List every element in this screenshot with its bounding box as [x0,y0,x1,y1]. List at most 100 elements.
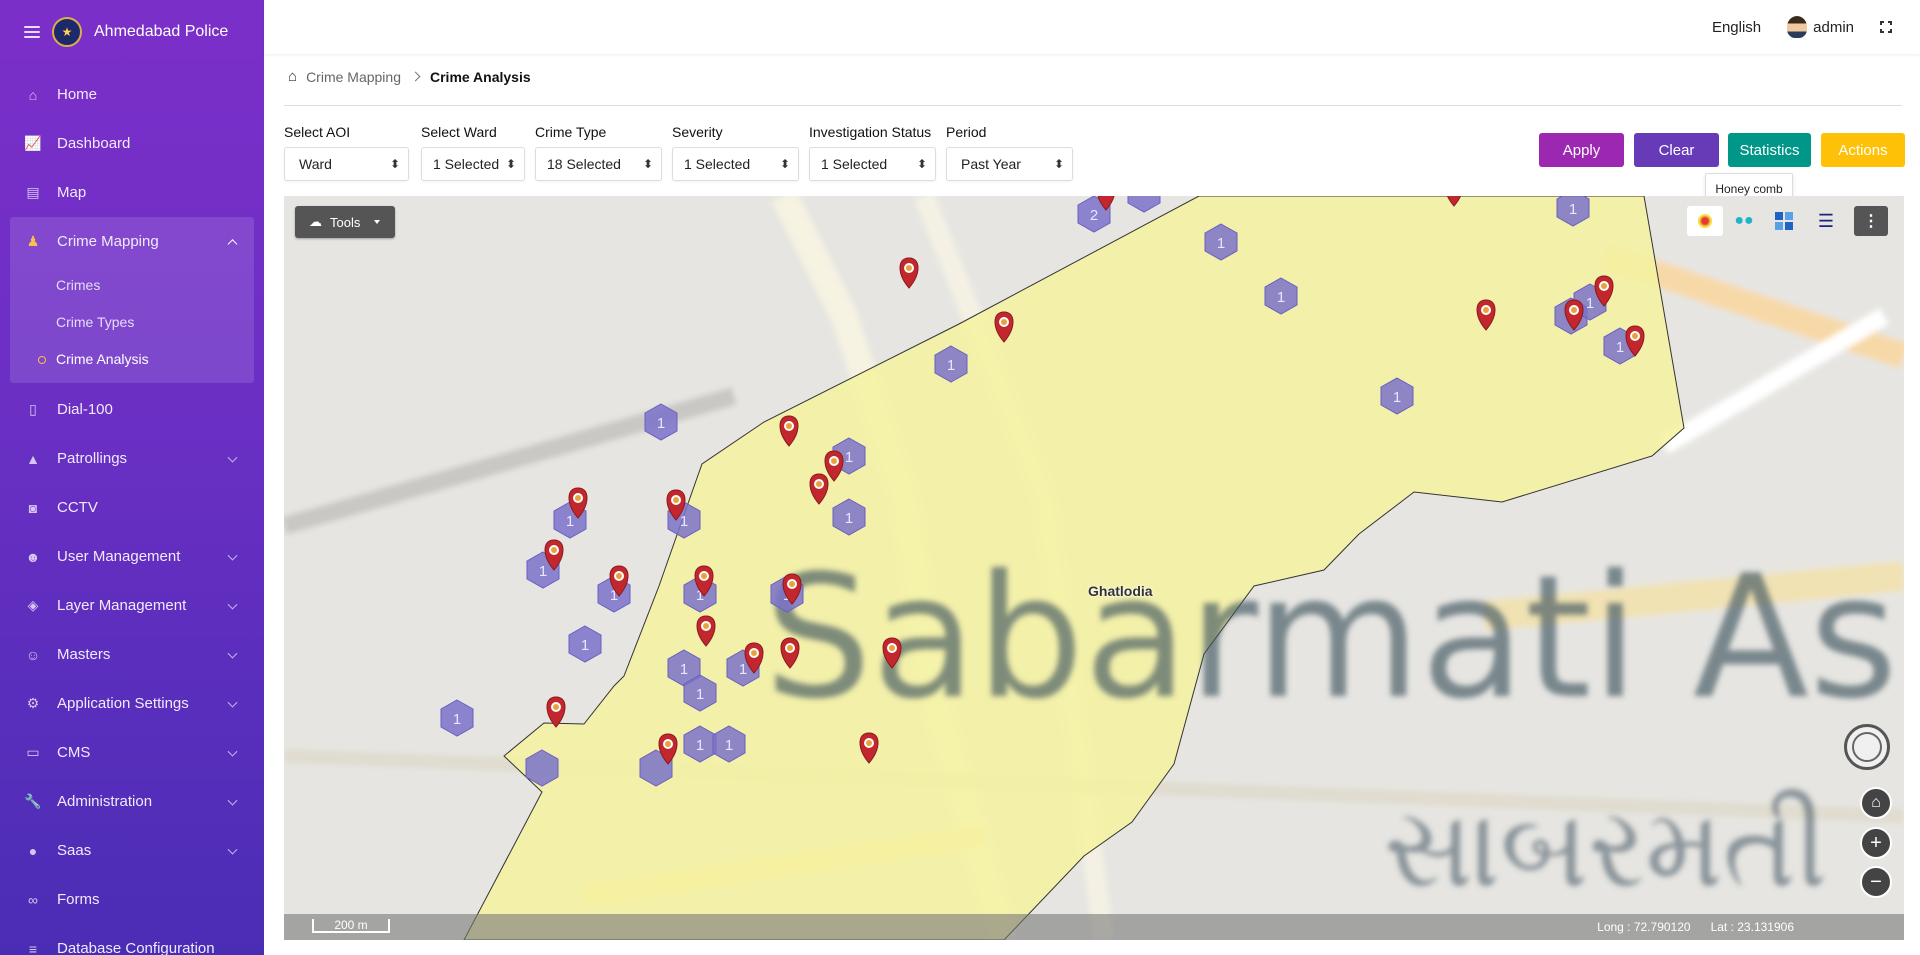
zoom-out-button[interactable]: − [1860,866,1892,898]
link-icon: ∞ [28,891,38,908]
sidebar-item-dashboard[interactable]: 📈 Dashboard [10,119,254,168]
aoi-select[interactable]: Ward [284,147,409,181]
minus-icon: − [1870,870,1882,893]
crime-type-select[interactable]: 18 Selected [535,147,662,181]
sidebar-item-cms[interactable]: ▭ CMS [10,728,254,777]
language-selector[interactable]: English [1712,19,1761,36]
sidebar-item-crime-mapping[interactable]: ♟ Crime Mapping [10,217,254,266]
filter-label: Severity [672,124,723,140]
sidebar-item-label: Layer Management [57,597,187,614]
zoom-in-button[interactable]: + [1860,827,1892,859]
hex-count-label: 1 [1586,295,1594,312]
hex-count-label: 1 [539,563,547,580]
filter-label: Select AOI [284,124,351,140]
clear-button[interactable]: Clear [1634,133,1719,167]
hex-count-label: 1 [696,686,704,703]
severity-select[interactable]: 1 Selected [672,147,799,181]
sidebar-group-crime-mapping: ♟ Crime Mapping Crimes Crime Types Crime… [10,217,254,383]
chevron-up-icon [227,238,238,249]
sidebar-item-label: CMS [57,744,91,761]
user-menu[interactable]: admin [1787,16,1854,38]
sidebar-item-layer-management[interactable]: ◈ Layer Management [10,581,254,630]
home-extent-button[interactable]: ⌂ [1860,787,1892,819]
sidebar-item-application-settings[interactable]: ⚙ Application Settings [10,679,254,728]
sidebar-item-saas[interactable]: ● Saas [10,826,254,875]
sidebar-item-patrollings[interactable]: ▲ Patrollings [10,434,254,483]
sidebar-brand: ★ Ahmedabad Police [0,0,264,64]
hex-count-label: 1 [581,637,589,654]
breadcrumb-parent[interactable]: Crime Mapping [306,69,401,85]
map-canvas[interactable]: Sabarmati As સાબરમતી 2 1 1 1 1 1 1 1 1 1… [284,196,1904,940]
chevron-down-icon [227,844,238,855]
hex-count-label: 2 [1090,207,1098,224]
investigation-status-select[interactable]: 1 Selected [809,147,936,181]
police-logo: ★ [52,17,82,47]
scale-bar: 200 m [312,918,390,933]
actions-button[interactable]: Actions [1821,133,1905,167]
hex-count-label: 1 [725,737,733,754]
sidebar-item-dial-100[interactable]: ▯ Dial-100 [10,385,254,434]
menu-toggle-icon[interactable] [24,26,40,38]
ward-select[interactable]: 1 Selected [421,147,525,181]
sidebar-item-label: Home [57,86,98,103]
filter-investigation-status: Investigation Status 1 Selected [809,124,936,181]
hex-count-label: 1 [1277,289,1285,306]
fullscreen-icon[interactable] [1880,21,1892,33]
sidebar-item-forms[interactable]: ∞ Forms [10,875,254,924]
map-icon: ▤ [26,184,40,200]
road-icon: ▲ [26,450,40,467]
scale-label: 200 m [334,918,368,932]
statistics-button[interactable]: Statistics [1728,133,1811,167]
map-watermark-text: Sabarmati As [764,539,1898,737]
sidebar-item-label: Patrollings [57,450,128,467]
sidebar-item-label: Saas [57,842,92,859]
period-select[interactable]: Past Year [946,147,1073,181]
sidebar-subitem-crimes[interactable]: Crimes [10,266,254,303]
sidebar-item-administration[interactable]: 🔧 Administration [10,777,254,826]
sidebar-item-label: Administration [57,793,153,810]
database-icon: ≡ [28,940,38,955]
tools-label: Tools [330,214,361,230]
filter-aoi: Select AOI Ward [284,124,409,181]
sidebar-item-label: Application Settings [57,695,189,712]
cluster-tool-button[interactable]: ●● [1726,206,1762,236]
filter-label: Select Ward [421,124,497,140]
globe-icon: ● [28,842,38,859]
sidebar-item-label: Dial-100 [57,401,113,418]
honeycomb-tool-button[interactable] [1766,206,1802,236]
map-view[interactable]: Sabarmati As સાબરમતી 2 1 1 1 1 1 1 1 1 1… [284,196,1904,940]
filter-label: Investigation Status [809,124,932,140]
chevron-down-icon [227,550,238,561]
longitude-readout: Long : 72.790120 [1597,920,1691,934]
sidebar-item-user-management[interactable]: ☻ User Management [10,532,254,581]
sidebar-item-label: CCTV [57,499,98,516]
username: admin [1813,18,1854,36]
tools-icon: ☁ [309,214,322,229]
coordinate-readout: Long : 72.790120 Lat : 23.131906 [1597,920,1794,934]
wrench-icon: 🔧 [24,793,42,809]
crime-icon: ♟ [26,233,40,249]
hex-count-label: 1 [845,510,853,527]
filter-label: Period [946,124,987,140]
sidebar-nav: ⌂ Home 📈 Dashboard ▤ Map ♟ Crime Mapping… [0,64,264,955]
sidebar-item-map[interactable]: ▤ Map [10,168,254,217]
home-icon[interactable]: ⌂ [288,68,297,85]
legend-list-button[interactable]: ☰ [1808,206,1844,236]
chevron-right-icon [410,71,421,82]
sidebar-item-home[interactable]: ⌂ Home [10,70,254,119]
hex-count-label: 1 [845,449,853,466]
users-icon: ☻ [25,548,41,565]
sidebar-item-label: Forms [57,891,100,908]
sidebar-item-database-configuration[interactable]: ≡ Database Configuration [10,924,254,955]
sidebar-item-cctv[interactable]: ◙ CCTV [10,483,254,532]
filter-crime-type: Crime Type 18 Selected [535,124,662,181]
apply-button[interactable]: Apply [1539,133,1624,167]
vertical-dots-icon: ⋮ [1863,213,1879,230]
sidebar-subitem-crime-analysis[interactable]: Crime Analysis [10,340,254,377]
heatmap-tool-button[interactable] [1687,206,1723,236]
more-options-button[interactable]: ⋮ [1854,206,1888,236]
compass-control[interactable] [1844,724,1890,770]
tools-dropdown-button[interactable]: ☁ Tools [295,206,395,238]
sidebar-subitem-crime-types[interactable]: Crime Types [10,303,254,340]
sidebar-item-masters[interactable]: ☺ Masters [10,630,254,679]
